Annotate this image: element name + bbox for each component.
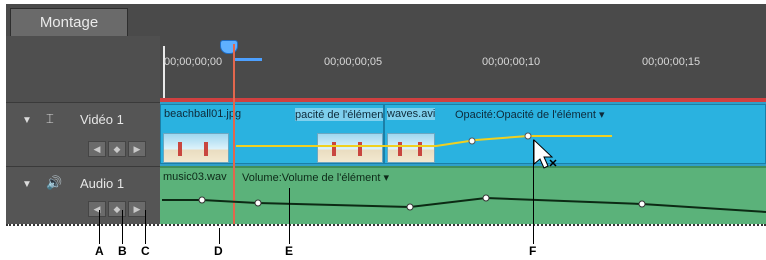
- callout-label-b: B: [118, 244, 127, 258]
- montage-panel: Montage 00;00;00;00 00;00;00;05 00;00;00…: [6, 4, 766, 224]
- opacity-keyframe: [524, 132, 532, 140]
- callout-line: [289, 188, 290, 244]
- volume-keyframe: [638, 200, 646, 208]
- opacity-keyframe: [468, 137, 476, 145]
- opacity-graph-line: [236, 135, 612, 147]
- volume-keyframe: [198, 196, 206, 204]
- callout-line: [533, 140, 534, 244]
- volume-keyframe: [254, 199, 262, 207]
- callout-label-c: C: [141, 244, 150, 258]
- callout-line: [219, 228, 220, 244]
- volume-graph-line: [162, 196, 766, 213]
- volume-keyframe: [482, 194, 490, 202]
- callout-line: [145, 210, 146, 244]
- volume-keyframe: [406, 203, 414, 211]
- panel-cutoff-edge: [6, 224, 766, 226]
- keyframe-graph-overlay: [162, 132, 766, 213]
- callout-label-f: F: [529, 244, 537, 258]
- callout-label-d: D: [214, 244, 223, 258]
- callout-line: [122, 210, 123, 244]
- callout-label-e: E: [285, 244, 294, 258]
- callout-label-a: A: [95, 244, 104, 258]
- keyframe-cursor-icon: [533, 138, 557, 169]
- callout-line: [99, 210, 100, 244]
